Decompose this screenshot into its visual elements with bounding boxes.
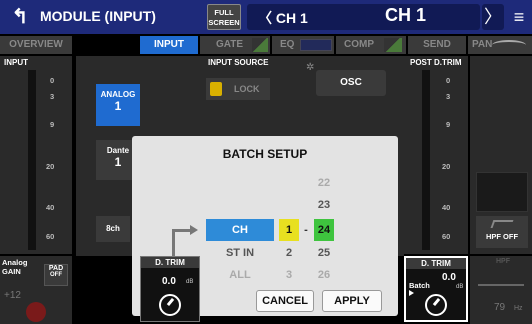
- type-option-st-in[interactable]: ST IN: [206, 244, 274, 262]
- tab-overview[interactable]: OVERVIEW: [0, 36, 72, 54]
- lock-label: LOCK: [234, 84, 260, 94]
- full-screen-label-1: FULL: [214, 8, 234, 17]
- scale-label: 60: [46, 232, 55, 241]
- apply-button[interactable]: APPLY: [322, 290, 382, 312]
- cancel-button[interactable]: CANCEL: [256, 290, 314, 312]
- dtrim-value: 0.0: [442, 272, 456, 283]
- start-value-selected[interactable]: 1: [279, 219, 299, 241]
- scale-label: 60: [442, 232, 451, 241]
- hpf-off-button[interactable]: HPF OFF: [476, 216, 528, 248]
- pad-button[interactable]: PAD OFF: [44, 264, 68, 286]
- end-value[interactable]: 23: [314, 196, 334, 214]
- scale-label: 20: [442, 162, 451, 171]
- hpf-off-label: HPF OFF: [485, 232, 519, 241]
- pad-label: PAD: [48, 265, 64, 272]
- hpf-freq-slider[interactable]: [478, 284, 524, 286]
- scale-label: 3: [50, 92, 55, 101]
- scale-label: 9: [50, 120, 55, 129]
- batch-label: Batch: [409, 281, 430, 290]
- dtrim-unit: dB: [186, 279, 194, 285]
- input-meter-panel: [0, 56, 72, 254]
- input-meter-label: INPUT: [4, 58, 28, 67]
- end-value[interactable]: 26: [314, 266, 334, 284]
- prev-channel-button[interactable]: 〈 CH 1: [258, 8, 308, 28]
- tab-input[interactable]: INPUT: [140, 36, 198, 54]
- analog-gain-label-1: Analog: [2, 258, 28, 267]
- analog-gain-label-2: GAIN: [2, 267, 21, 276]
- 8ch-label: 8ch: [106, 224, 120, 233]
- type-option-ch[interactable]: CH: [206, 219, 274, 241]
- pad-state: OFF: [50, 272, 62, 278]
- end-value[interactable]: 22: [314, 174, 334, 192]
- osc-button[interactable]: OSC: [316, 70, 386, 96]
- arrow-right-icon: [190, 225, 198, 235]
- page-title: MODULE (INPUT): [40, 8, 156, 24]
- pan-arc-icon: [492, 40, 526, 50]
- tab-pan-label: PAN: [472, 39, 493, 50]
- tab-gate-label: GATE: [216, 39, 244, 50]
- post-dtrim-level-meter: [422, 70, 430, 250]
- scale-label: 40: [442, 203, 451, 212]
- hpf-curve-display: [476, 172, 528, 212]
- scale-label: 40: [46, 203, 55, 212]
- gate-thumbnail: [252, 38, 268, 52]
- gear-icon[interactable]: ✲: [306, 62, 314, 73]
- hpf-freq-label: HPF: [496, 258, 510, 265]
- scale-label: 0: [446, 76, 451, 85]
- dtrim-unit: dB: [456, 284, 464, 290]
- gain-knob-icon[interactable]: [26, 302, 46, 322]
- dtrim-knob-icon[interactable]: [425, 294, 447, 316]
- range-dash: -: [304, 224, 308, 236]
- 8ch-button[interactable]: 8ch: [96, 216, 130, 242]
- next-channel-button[interactable]: 〉: [482, 4, 504, 30]
- type-option-all[interactable]: ALL: [206, 266, 274, 284]
- scale-label: 3: [446, 92, 451, 101]
- hpf-freq-unit: Hz: [514, 305, 523, 312]
- dtrim-knob-icon: [159, 294, 181, 316]
- end-value[interactable]: 25: [314, 244, 334, 262]
- eq-thumbnail: [300, 39, 332, 51]
- scale-label: 20: [46, 162, 55, 171]
- end-value-selected[interactable]: 24: [314, 219, 334, 241]
- hpf-freq-value: 79: [494, 302, 506, 313]
- hpf-freq-panel[interactable]: [470, 256, 532, 324]
- full-screen-label-2: SCREEN: [208, 18, 240, 27]
- start-value[interactable]: 2: [279, 244, 299, 262]
- post-dtrim-label: POST D.TRIM: [410, 58, 462, 67]
- tab-eq-label: EQ: [280, 39, 295, 50]
- knob-pointer: [432, 297, 441, 307]
- hpf-curve-icon: [490, 220, 514, 228]
- scale-label: 9: [446, 120, 451, 129]
- dialog-title: BATCH SETUP: [222, 147, 308, 161]
- tab-send[interactable]: SEND: [408, 36, 466, 54]
- menu-icon[interactable]: ≡: [508, 4, 530, 30]
- back-arrow-icon[interactable]: ↰: [6, 5, 34, 29]
- full-screen-button[interactable]: FULL SCREEN: [207, 4, 241, 30]
- dtrim-value: 0.0: [162, 276, 176, 287]
- input-source-label: INPUT SOURCE: [208, 58, 269, 67]
- connector-line: [172, 229, 192, 232]
- comp-thumbnail: [384, 38, 402, 52]
- scale-label: 0: [50, 76, 55, 85]
- knob-pointer: [166, 297, 175, 307]
- analog-source-button[interactable]: ANALOG 1: [96, 84, 140, 126]
- lock-icon: [210, 82, 222, 96]
- analog-number: 1: [114, 99, 122, 113]
- analog-label: ANALOG: [100, 90, 136, 99]
- post-dtrim-meter-panel: [404, 56, 468, 254]
- tab-comp-label: COMP: [344, 39, 374, 50]
- osc-label: OSC: [340, 77, 362, 88]
- dtrim-label: D. TRIM: [406, 258, 466, 269]
- start-value[interactable]: 3: [279, 266, 299, 284]
- dtrim-label: D. TRIM: [141, 257, 199, 268]
- channel-name: CH 1: [385, 5, 427, 25]
- gain-value: +12: [4, 290, 21, 301]
- batch-arrow-icon: [409, 290, 414, 296]
- input-level-meter: [28, 70, 36, 250]
